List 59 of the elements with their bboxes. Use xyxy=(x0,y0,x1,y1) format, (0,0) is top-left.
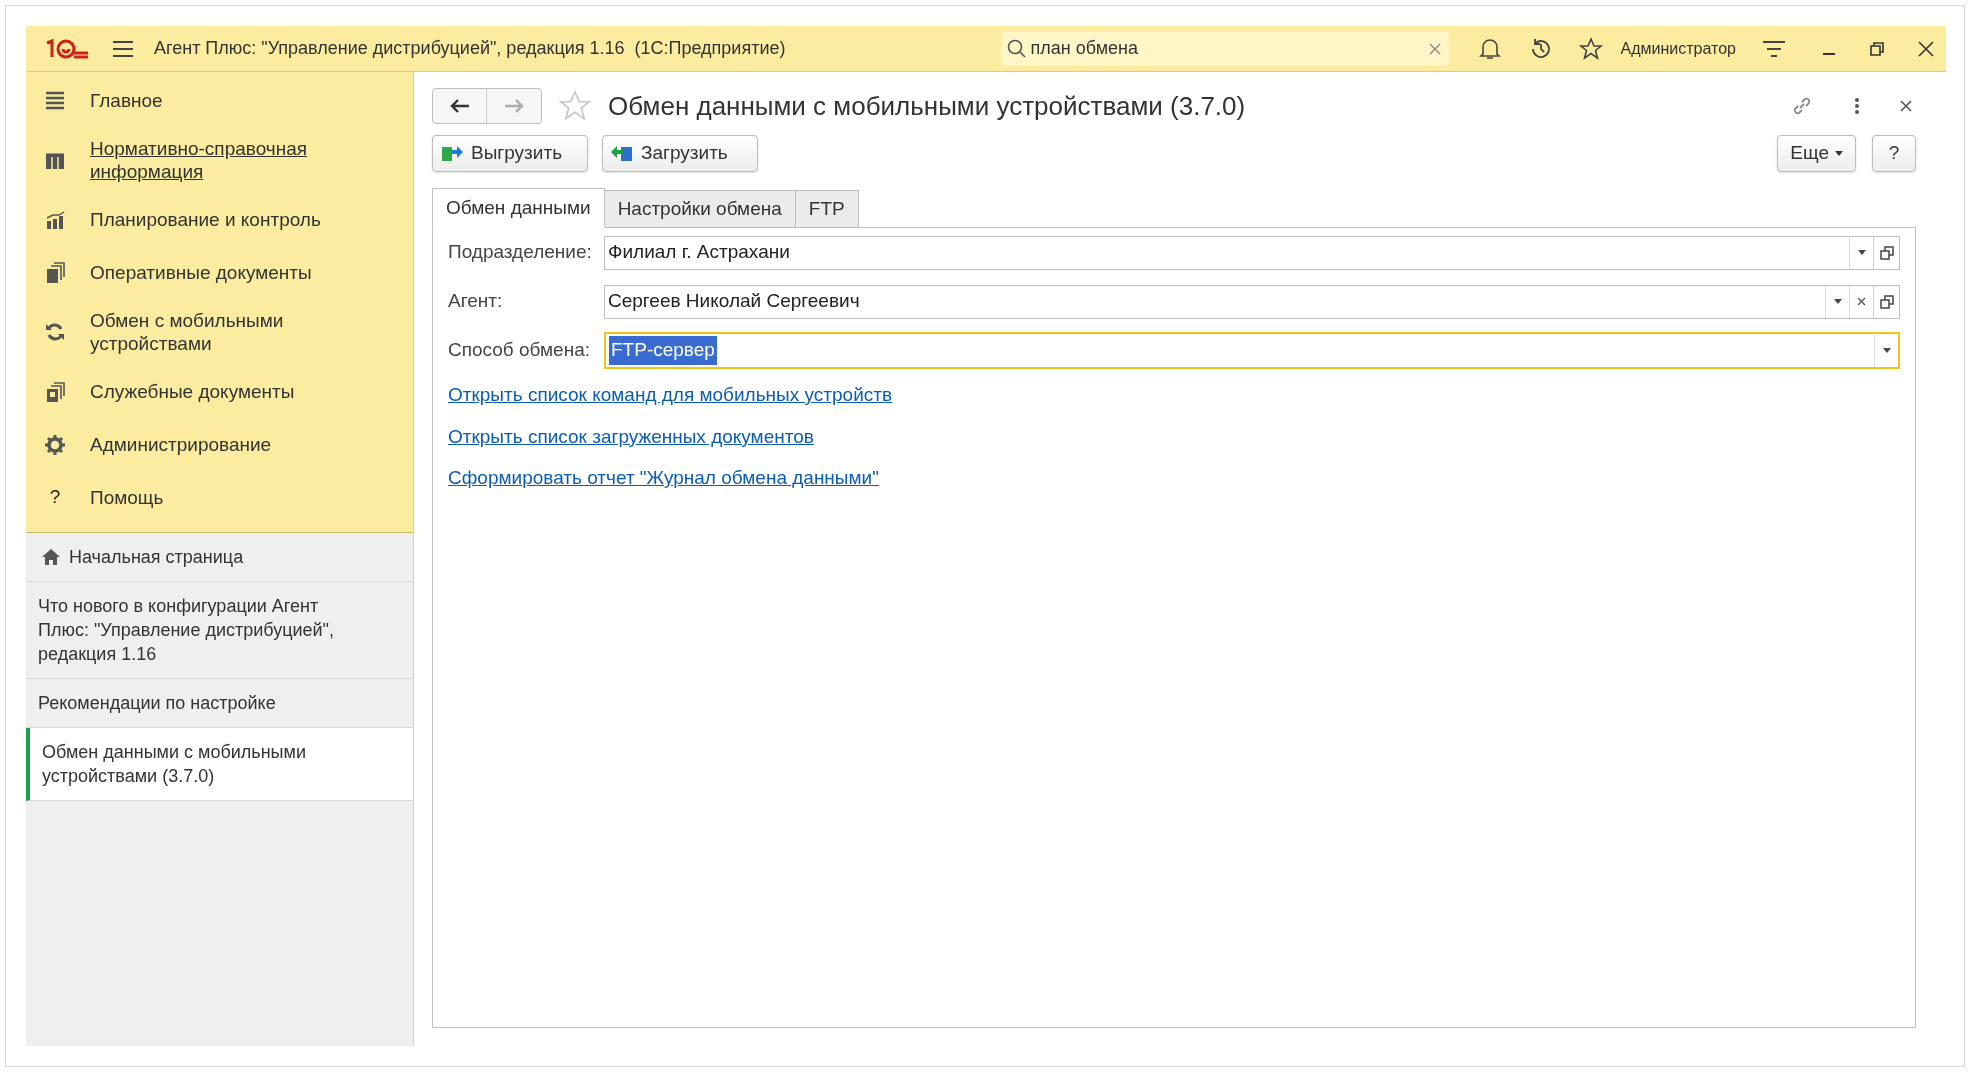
sync-icon xyxy=(44,321,66,343)
favorite-star-icon[interactable] xyxy=(558,89,592,123)
right-arrow-icon xyxy=(504,99,524,113)
section-item[interactable]: Администрирование xyxy=(90,433,272,456)
gear-icon xyxy=(44,433,66,456)
caret-icon xyxy=(1835,150,1843,156)
user-name[interactable]: Администратор xyxy=(1620,36,1736,61)
tab[interactable]: Настройки обмена xyxy=(603,190,796,228)
home-icon xyxy=(41,548,61,566)
open-icon[interactable] xyxy=(1879,245,1894,260)
more-vertical-icon[interactable] xyxy=(1854,97,1860,115)
star-icon[interactable] xyxy=(1578,36,1603,61)
clear-icon[interactable] xyxy=(1428,42,1441,55)
import-button[interactable]: Загрузить xyxy=(602,134,758,172)
input-field[interactable]: Сергеев Николай Сергеевич xyxy=(604,284,1900,319)
close-icon[interactable] xyxy=(1918,40,1934,57)
search-icon xyxy=(1006,38,1027,59)
tab[interactable]: Обмен данными xyxy=(432,188,605,228)
link[interactable]: Открыть список загруженных документов xyxy=(448,422,814,451)
tab[interactable]: FTP xyxy=(794,190,859,228)
section-item[interactable]: Оперативные документы xyxy=(90,261,312,284)
link[interactable]: Открыть список команд для мобильных устройств xyxy=(448,381,893,410)
open-icon[interactable] xyxy=(1879,294,1894,309)
bell-icon[interactable] xyxy=(1478,36,1501,61)
input-field[interactable]: FTP-сервер xyxy=(604,332,1900,369)
section-item[interactable]: Нормативно-справочная информация xyxy=(90,137,330,183)
link[interactable]: Сформировать отчет "Журнал обмена данными" xyxy=(448,464,879,493)
restore-icon[interactable] xyxy=(1870,41,1884,56)
list-icon xyxy=(44,89,66,112)
search-field[interactable]: план обмена xyxy=(1000,31,1449,66)
export-icon xyxy=(441,143,463,163)
field-label: Подразделение: xyxy=(448,240,593,265)
section-item[interactable]: Служебные документы xyxy=(90,380,295,403)
input-field[interactable]: Филиал г. Астрахани xyxy=(604,235,1900,270)
documents-icon xyxy=(44,261,66,284)
bar-chart-icon xyxy=(44,208,66,231)
section-item[interactable]: Планирование и контроль xyxy=(90,208,321,231)
documents-icon xyxy=(44,380,66,403)
menu-icon[interactable] xyxy=(112,39,134,58)
help-icon: ? xyxy=(44,483,66,512)
help-button[interactable]: ? xyxy=(1872,134,1916,172)
form-title: Обмен данными с мобильными устройствами (3.7.0) xyxy=(608,89,1246,123)
field-label: Способ обмена: xyxy=(448,338,592,363)
more-button[interactable]: Еще xyxy=(1777,134,1856,172)
close-icon[interactable] xyxy=(1900,100,1912,112)
app-title: Агент Плюс: "Управление дистрибуцией", редакция 1.16 (1С:Предприятие) xyxy=(154,37,786,60)
dropdown-icon[interactable] xyxy=(1857,250,1866,255)
field-label: Агент: xyxy=(448,289,504,314)
logo-icon xyxy=(44,36,90,61)
section-item[interactable]: Главное xyxy=(90,89,163,112)
clear-icon[interactable] xyxy=(1857,297,1866,306)
dropdown-icon[interactable] xyxy=(1833,299,1842,304)
settings-menu-icon[interactable] xyxy=(1762,38,1786,59)
open-window-item[interactable]: Обмен данными с мобильными устройствами (3.7.0) xyxy=(26,728,413,801)
section-item[interactable]: Помощь xyxy=(90,486,164,509)
left-arrow-icon xyxy=(449,99,470,113)
section-item[interactable]: Обмен с мобильными устройствами xyxy=(90,309,330,355)
dropdown-icon[interactable] xyxy=(1882,348,1891,353)
export-button[interactable]: Выгрузить xyxy=(432,134,588,172)
